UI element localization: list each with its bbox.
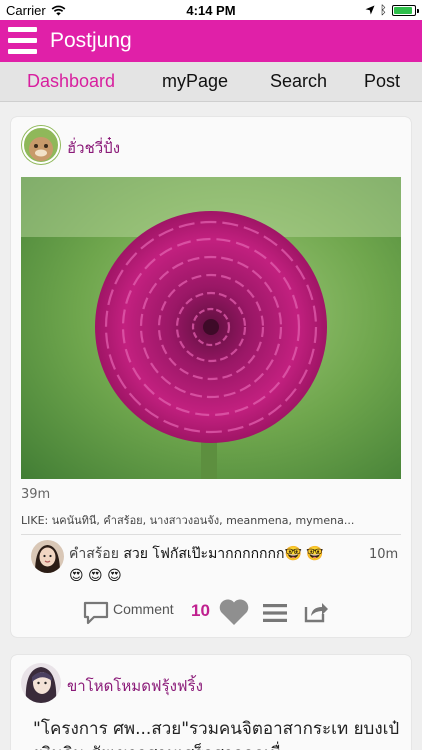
comment-button[interactable]: Comment: [83, 601, 174, 625]
divider: [21, 534, 401, 535]
app-title: Postjung: [50, 29, 132, 52]
avatar[interactable]: [21, 125, 61, 165]
location-arrow-icon: [365, 5, 375, 15]
comment-avatar[interactable]: [31, 540, 64, 573]
post-card: ฮั่วชวี่ปั๋ง 39m LIKE: นคนันทินี, คําสร้…: [11, 117, 411, 637]
comment-label: Comment: [113, 601, 174, 617]
tab-search[interactable]: Search: [270, 71, 327, 92]
dahlia-flower-photo: [21, 177, 401, 479]
battery-fill: [394, 6, 413, 14]
tab-bar: Dashboard myPage Search Post: [0, 62, 422, 102]
avatar[interactable]: [21, 663, 61, 703]
tab-post[interactable]: Post: [364, 71, 400, 92]
tab-mypage[interactable]: myPage: [162, 71, 228, 92]
speech-bubble-icon: [83, 601, 109, 625]
hamburger-menu-icon[interactable]: [8, 27, 37, 55]
post-actions: Comment 10: [11, 595, 411, 629]
bluetooth-icon: ᛒ: [379, 3, 387, 17]
comment-username[interactable]: คำสร้อย: [69, 546, 119, 562]
comment-time: 10m: [369, 547, 399, 562]
like-count: 10: [191, 601, 210, 620]
post-card: ขาโหดโหมดฟรุ้งฟริ้ง "โครงการ ศพ...สวย"รว…: [11, 655, 411, 750]
status-right: ᛒ: [365, 3, 419, 17]
battery-tip: [417, 8, 419, 13]
battery-icon: [392, 4, 419, 16]
app-bar: Postjung: [0, 20, 422, 62]
list-icon: [263, 604, 287, 622]
post-time: 39m: [21, 487, 51, 502]
likes-list[interactable]: LIKE: นคนันทินี, คําสร้อย, นางสาวงอนจัง,…: [21, 511, 403, 529]
tab-dashboard[interactable]: Dashboard: [27, 71, 115, 92]
post-username[interactable]: ขาโหดโหมดฟรุ้งฟริ้ง: [67, 674, 203, 698]
heart-icon: [219, 599, 249, 625]
comment-avatar-image: [31, 540, 64, 573]
like-button[interactable]: [218, 597, 250, 630]
comment-text: คำสร้อย สวย โฟกัสเป๊ะมากกกกกกก🤓 🤓 😍 😍 😍: [69, 543, 341, 587]
post-username[interactable]: ฮั่วชวี่ปั๋ง: [67, 136, 120, 160]
list-button[interactable]: [263, 603, 287, 627]
share-button[interactable]: [303, 599, 329, 627]
share-icon: [304, 603, 328, 623]
post-caption: "โครงการ ศพ...สวย"รวมคนจิตอาสากระเท ยบงเ…: [33, 719, 400, 750]
status-time: 4:14 PM: [186, 3, 236, 18]
post-image[interactable]: [21, 177, 401, 479]
status-bar: Carrier 4:14 PM ᛒ: [0, 0, 422, 20]
avatar-image: [21, 125, 61, 165]
avatar-image: [21, 663, 61, 703]
